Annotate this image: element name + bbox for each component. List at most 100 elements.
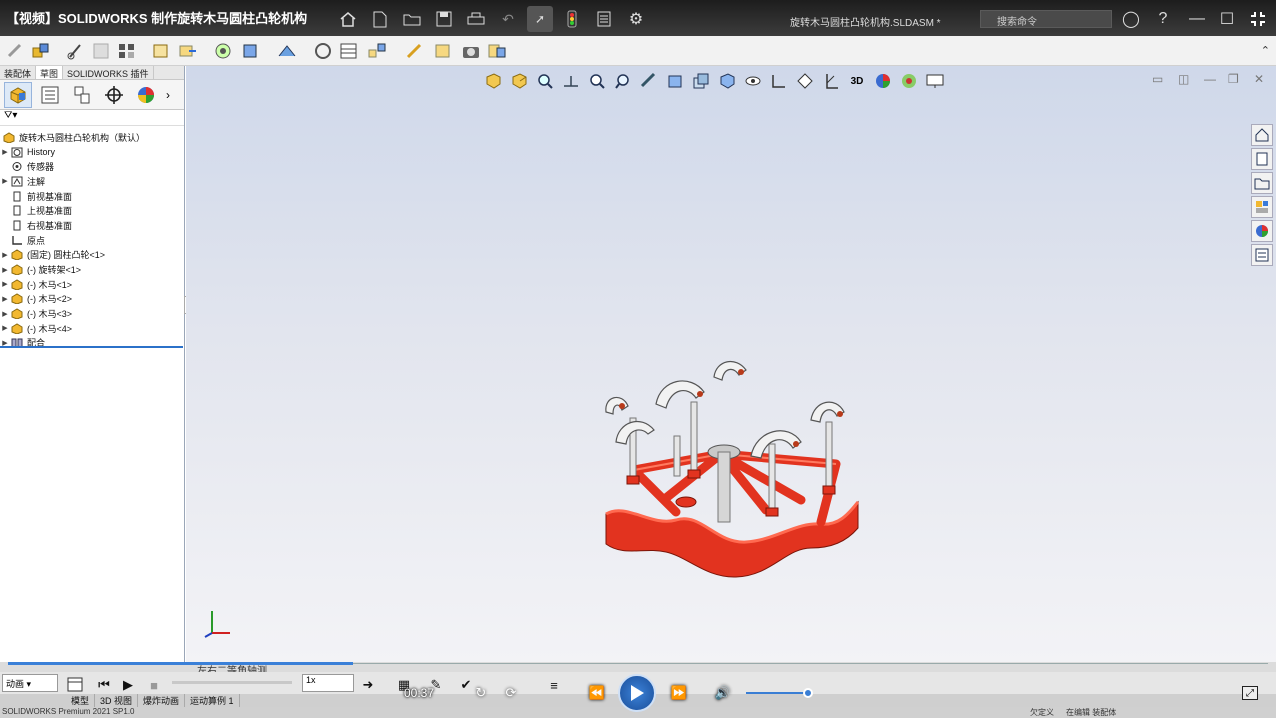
playback-speed-select[interactable]: 1x	[302, 674, 354, 692]
appearance-icon[interactable]	[872, 70, 894, 92]
view-palette-icon[interactable]	[1251, 196, 1273, 218]
apply-scene-icon[interactable]	[794, 70, 816, 92]
tree-item[interactable]: 上视基准面	[0, 203, 184, 218]
tab-assembly[interactable]: 装配体	[0, 66, 37, 79]
video-volume-knob[interactable]	[803, 688, 813, 698]
save-icon[interactable]	[431, 6, 457, 32]
tab-exploded-animation[interactable]: 爆炸动画	[138, 694, 186, 707]
expand-arrow-icon[interactable]: ▶	[0, 266, 10, 274]
new-document-icon[interactable]	[367, 6, 393, 32]
configurationmanager-icon[interactable]	[68, 82, 96, 108]
tree-item[interactable]: ▶ 注解	[0, 174, 184, 189]
video-fast-forward-icon[interactable]: ⏩	[668, 684, 690, 702]
playback-slider[interactable]	[172, 681, 292, 684]
tree-item[interactable]: ▶ History	[0, 145, 184, 160]
appearances-scenes-icon[interactable]	[1251, 220, 1273, 242]
tree-item[interactable]: ▶ (-) 木马<1>	[0, 277, 184, 292]
viewport-close-icon[interactable]: ✕	[1254, 72, 1264, 86]
file-properties-icon[interactable]	[591, 6, 617, 32]
video-refresh-icon[interactable]: ⟳	[500, 684, 522, 702]
dimxpert-icon[interactable]	[100, 82, 128, 108]
tree-item[interactable]: 原点	[0, 233, 184, 248]
tree-rollback-bar[interactable]	[0, 346, 183, 348]
minimize-icon[interactable]: —	[1184, 6, 1210, 32]
take-snapshot-icon[interactable]	[460, 40, 482, 62]
zoom-to-fit-icon[interactable]	[534, 70, 556, 92]
linear-pattern-icon[interactable]	[116, 40, 138, 62]
custom-properties-icon[interactable]	[1251, 244, 1273, 266]
tab-solidworks-addins[interactable]: SOLIDWORKS 插件	[63, 66, 154, 79]
more-tabs-chevron-icon[interactable]: ›	[166, 88, 170, 102]
carousel-cam-model[interactable]	[596, 352, 866, 582]
playback-mode-arrow-icon[interactable]: ➜	[358, 676, 378, 694]
open-folder-icon[interactable]	[399, 6, 425, 32]
new-motion-study-icon[interactable]	[312, 40, 334, 62]
expand-arrow-icon[interactable]: ▶	[0, 310, 10, 318]
home-icon[interactable]	[335, 6, 361, 32]
previous-view-icon[interactable]	[482, 70, 504, 92]
viewport-split-icon[interactable]: ◫	[1178, 72, 1189, 86]
assembly-features-icon[interactable]	[240, 40, 262, 62]
expand-arrow-icon[interactable]: ▶	[0, 148, 10, 156]
video-volume-slider[interactable]	[746, 692, 808, 694]
user-icon[interactable]: ◯	[1118, 6, 1144, 32]
zoom-to-selection-icon[interactable]	[612, 70, 634, 92]
expand-arrow-icon[interactable]: ▶	[0, 280, 10, 288]
tree-item[interactable]: ▶ 配合	[0, 336, 184, 351]
fullscreen-icon[interactable]	[1245, 6, 1271, 32]
reference-geometry-icon[interactable]	[276, 40, 298, 62]
collapse-ribbon-icon[interactable]: ⌃	[1261, 44, 1270, 57]
3d-view-icon[interactable]: 3D	[846, 70, 868, 92]
section-view-icon[interactable]	[638, 70, 660, 92]
solidworks-resources-icon[interactable]	[1251, 124, 1273, 146]
motion-stop-icon[interactable]: ■	[144, 676, 164, 694]
tree-item[interactable]: ▶ (-) 旋转架<1>	[0, 262, 184, 277]
large-assembly-mode-icon[interactable]	[486, 40, 508, 62]
tree-item[interactable]: ▶ (-) 木马<4>	[0, 321, 184, 336]
tree-item[interactable]: ▶ (-) 木马<3>	[0, 306, 184, 321]
tree-item[interactable]: 前视基准面	[0, 189, 184, 204]
view-settings-icon[interactable]	[820, 70, 842, 92]
zoom-icon[interactable]	[586, 70, 608, 92]
edit-appearance-icon[interactable]	[768, 70, 790, 92]
filter-icon[interactable]: ⛛▾	[0, 110, 184, 126]
edit-component-icon[interactable]	[4, 40, 26, 62]
view-selector-icon[interactable]	[690, 70, 712, 92]
viewport-restore-icon[interactable]: ❐	[1228, 72, 1239, 86]
play-from-start-icon[interactable]: ⏮	[94, 676, 114, 694]
insert-components-icon[interactable]	[30, 40, 52, 62]
propertymanager-icon[interactable]	[36, 82, 64, 108]
dynamic-annotation-icon[interactable]	[664, 70, 686, 92]
search-commands-input[interactable]: 搜索命令	[980, 10, 1112, 28]
hide-show-items-icon[interactable]	[742, 70, 764, 92]
tab-model[interactable]: 模型	[66, 694, 96, 707]
monitor-display-icon[interactable]	[924, 70, 946, 92]
tree-item[interactable]: 传感器	[0, 159, 184, 174]
viewport-tile-icon[interactable]: ▭	[1152, 72, 1163, 86]
move-component-icon[interactable]	[176, 40, 198, 62]
video-loop-icon[interactable]: ↻	[470, 684, 492, 702]
mate-icon[interactable]	[64, 40, 86, 62]
design-library-icon[interactable]	[1251, 148, 1273, 170]
expand-arrow-icon[interactable]: ▶	[0, 251, 10, 259]
tree-item[interactable]: ▶ (固定) 圆柱凸轮<1>	[0, 248, 184, 263]
zoom-to-area-icon[interactable]	[560, 70, 582, 92]
smart-fasteners-icon[interactable]	[150, 40, 172, 62]
tab-motion-study-1[interactable]: 运动算例 1	[185, 694, 240, 707]
expand-arrow-icon[interactable]: ▶	[0, 177, 10, 185]
display-style-icon[interactable]	[716, 70, 738, 92]
motion-splitter-bar[interactable]	[8, 662, 353, 665]
tree-item[interactable]: ▶ (-) 木马<2>	[0, 292, 184, 307]
scene-icon[interactable]	[898, 70, 920, 92]
video-fullscreen-icon[interactable]: ⤢	[1242, 686, 1258, 700]
tree-item[interactable]: 右视基准面	[0, 218, 184, 233]
component-preview-icon[interactable]	[90, 40, 112, 62]
tab-3d-views[interactable]: 3D 视图	[95, 694, 139, 707]
featuremanager-icon[interactable]	[4, 81, 32, 108]
maximize-icon[interactable]: ☐	[1214, 6, 1240, 32]
rebuild-icon[interactable]	[559, 6, 585, 32]
instant3d-icon[interactable]	[404, 40, 426, 62]
print-icon[interactable]	[463, 6, 489, 32]
tab-sketch[interactable]: 草图	[36, 66, 64, 79]
exploded-view-icon[interactable]	[366, 40, 388, 62]
